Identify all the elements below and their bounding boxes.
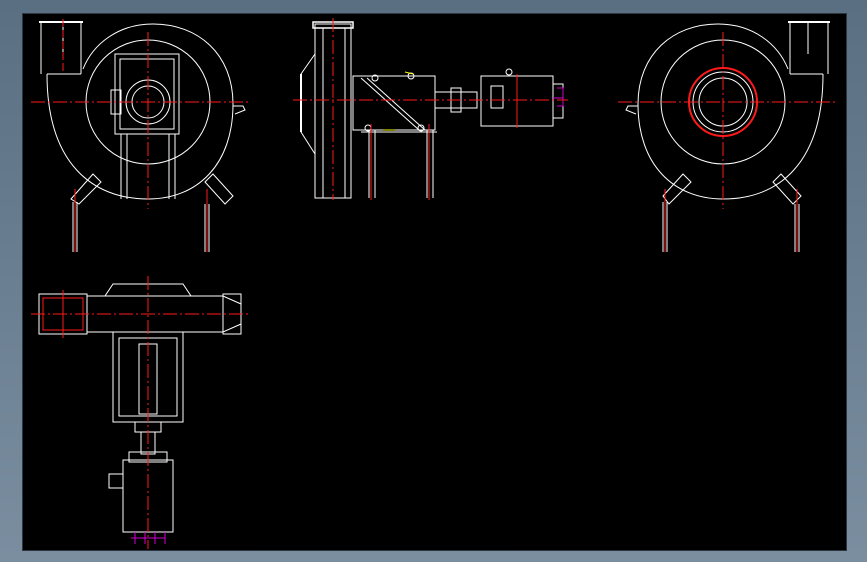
bearing-bracket-inner: [119, 58, 175, 130]
motor-terminal-box: [490, 85, 504, 109]
side-leg-2: [426, 130, 434, 198]
rear-foot-left: [662, 173, 692, 252]
bearing-bracket: [114, 53, 180, 135]
support-leg-right: [168, 134, 176, 199]
rear-view: [618, 21, 838, 252]
side-leg-1: [368, 130, 376, 198]
support-leg-left: [120, 134, 128, 199]
motor-feet-dim: [553, 87, 564, 107]
rear-side-tab: [625, 105, 638, 115]
motor-eye-bolt: [505, 68, 513, 76]
rear-scroll-housing: [637, 23, 824, 200]
motor-endcap: [552, 83, 564, 119]
cad-drawing: [31, 18, 838, 549]
bracket-diagonal: [360, 77, 420, 131]
bracket-diagonal-2: [366, 77, 426, 131]
side-tab: [233, 105, 246, 115]
front-view: [31, 19, 251, 252]
fan-scroll-housing: [46, 23, 234, 200]
side-view: [293, 18, 568, 200]
outlet-duct: [40, 21, 82, 75]
rear-outlet-duct: [789, 21, 829, 75]
bearing-housing: [352, 75, 436, 131]
accent-marks: [383, 71, 414, 131]
motor-top-terminal: [108, 473, 124, 489]
foot-right: [204, 173, 234, 252]
top-view: [31, 276, 249, 549]
cad-drawing-viewport[interactable]: [22, 13, 847, 551]
